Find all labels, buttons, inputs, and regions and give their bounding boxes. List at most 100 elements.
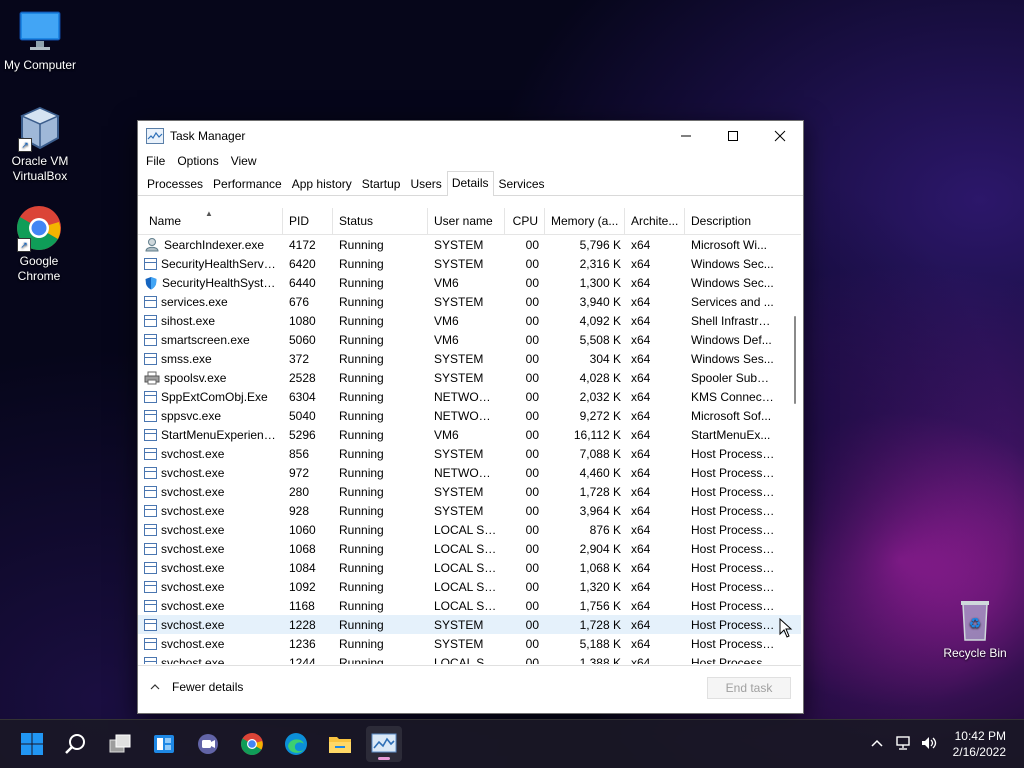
column-header-status[interactable]: Status [333, 208, 428, 234]
table-row[interactable]: services.exe 676 Running SYSTEM 00 3,940 K x64… [138, 292, 801, 311]
table-row[interactable]: SppExtComObj.Exe 6304 Running NETWORK... 00 2… [138, 387, 801, 406]
menu-options[interactable]: Options [171, 154, 224, 168]
tab-processes[interactable]: Processes [142, 172, 208, 195]
process-name: svchost.exe [161, 503, 225, 518]
table-row[interactable]: sppsvc.exe 5040 Running NETWORK... 00 9,272 K… [138, 406, 801, 425]
tab-services[interactable]: Services [494, 172, 550, 195]
table-row[interactable]: svchost.exe 1228 Running SYSTEM 00 1,728 K x64… [138, 615, 801, 634]
minimize-button[interactable] [663, 121, 709, 151]
column-header-cpu[interactable]: CPU [505, 208, 545, 234]
column-header-description[interactable]: Description [685, 208, 781, 234]
table-row[interactable]: svchost.exe 928 Running SYSTEM 00 3,964 K x64 H… [138, 501, 801, 520]
table-row[interactable]: svchost.exe 1068 Running LOCAL SE... 00 2,904… [138, 539, 801, 558]
cell-cpu: 00 [525, 351, 539, 366]
tab-details[interactable]: Details [446, 171, 494, 196]
desktop-icon-recycle-bin[interactable]: ♻ Recycle Bin [935, 596, 1015, 661]
file-explorer-taskbar-button[interactable] [322, 726, 358, 762]
column-header-user-name[interactable]: User name [428, 208, 505, 234]
table-row[interactable]: svchost.exe 1244 Running LOCAL SE... 00 1,388… [138, 653, 801, 664]
table-row[interactable]: sihost.exe 1080 Running VM6 00 4,092 K x64 Shel… [138, 311, 801, 330]
table-row[interactable]: svchost.exe 972 Running NETWORK... 00 4,460 K… [138, 463, 801, 482]
clock-date: 2/16/2022 [952, 745, 1006, 759]
cell-memory: 4,460 K [579, 465, 621, 480]
cell-architecture: x64 [631, 655, 651, 665]
table-row[interactable]: svchost.exe 1084 Running LOCAL SE... 00 1,068… [138, 558, 801, 577]
cell-cpu: 00 [525, 541, 539, 556]
chat-button[interactable] [190, 726, 226, 762]
desktop-icon-google-chrome[interactable]: ↗ Google Chrome [0, 204, 79, 284]
show-hidden-icons-chevron-icon[interactable] [870, 736, 884, 753]
process-name: smss.exe [161, 351, 212, 366]
volume-icon[interactable] [920, 735, 938, 754]
cell-name: svchost.exe [138, 561, 283, 575]
cell-architecture: x64 [631, 294, 651, 309]
task-view-button[interactable] [102, 726, 138, 762]
cell-status: Running [339, 484, 384, 499]
cell-status: Running [339, 636, 384, 651]
menu-file[interactable]: File [140, 154, 171, 168]
cell-memory: 16,112 K [573, 427, 621, 442]
virtualbox-icon: ↗ [16, 104, 64, 152]
scrollbar-thumb[interactable] [794, 316, 796, 404]
tab-performance[interactable]: Performance [208, 172, 287, 195]
table-row[interactable]: smss.exe 372 Running SYSTEM 00 304 K x64 Window… [138, 349, 801, 368]
desktop-icon-my-computer[interactable]: My Computer [0, 8, 80, 73]
cell-user-name: LOCAL SE... [434, 655, 503, 665]
end-task-button[interactable]: End task [707, 677, 791, 699]
cell-status: Running [339, 370, 384, 385]
table-row[interactable]: svchost.exe 1092 Running LOCAL SE... 00 1,320… [138, 577, 801, 596]
cell-user-name: SYSTEM [434, 256, 484, 271]
desktop-icon-virtualbox[interactable]: ↗ Oracle VM VirtualBox [0, 104, 80, 184]
table-row[interactable]: spoolsv.exe 2528 Running SYSTEM 00 4,028 K x64… [138, 368, 801, 387]
footer-bar: Fewer details End task [138, 665, 801, 713]
desktop-icon-label: Oracle VM VirtualBox [11, 154, 69, 183]
table-row[interactable]: svchost.exe 1168 Running LOCAL SE... 00 1,756… [138, 596, 801, 615]
fewer-details-button[interactable]: Fewer details [150, 680, 243, 694]
menu-view[interactable]: View [225, 154, 263, 168]
tab-app-history[interactable]: App history [287, 172, 357, 195]
task-manager-taskbar-button[interactable] [366, 726, 402, 762]
process-name: services.exe [161, 294, 228, 309]
tab-users[interactable]: Users [405, 172, 446, 195]
table-row[interactable]: svchost.exe 856 Running SYSTEM 00 7,088 K x64 H… [138, 444, 801, 463]
cell-architecture: x64 [631, 427, 651, 442]
table-row[interactable]: SearchIndexer.exe 4172 Running SYSTEM 00 5,79… [138, 235, 801, 254]
table-row[interactable]: svchost.exe 280 Running SYSTEM 00 1,728 K x64 H… [138, 482, 801, 501]
column-header-architecture[interactable]: Archite... [625, 208, 685, 234]
cell-user-name: NETWORK... [434, 465, 505, 480]
cell-pid: 1092 [289, 579, 316, 594]
vertical-scrollbar[interactable] [787, 208, 803, 664]
table-row[interactable]: smartscreen.exe 5060 Running VM6 00 5,508 K x6… [138, 330, 801, 349]
start-button[interactable] [14, 726, 50, 762]
table-row[interactable]: SecurityHealthServic... 6420 Running SYSTEM… [138, 254, 801, 273]
cell-description: Services and ... [691, 294, 774, 309]
table-row[interactable]: StartMenuExperienc... 5296 Running VM6 00 16,… [138, 425, 801, 444]
table-row[interactable]: svchost.exe 1060 Running LOCAL SE... 00 876 K… [138, 520, 801, 539]
close-button[interactable] [757, 121, 803, 151]
title-bar[interactable]: Task Manager [138, 121, 803, 151]
network-icon[interactable] [894, 735, 912, 754]
cell-cpu: 00 [525, 522, 539, 537]
cell-memory: 5,508 K [579, 332, 621, 347]
table-row[interactable]: svchost.exe 1236 Running SYSTEM 00 5,188 K x64… [138, 634, 801, 653]
task-manager-icon [371, 733, 397, 753]
cell-status: Running [339, 579, 384, 594]
task-manager-window[interactable]: Task Manager File Options View Processes… [137, 120, 804, 714]
cell-pid: 1244 [289, 655, 316, 665]
cell-architecture: x64 [631, 560, 651, 575]
edge-taskbar-button[interactable] [278, 726, 314, 762]
widgets-button[interactable] [146, 726, 182, 762]
clock[interactable]: 10:42 PM 2/16/2022 [953, 728, 1006, 760]
cell-pid: 2528 [289, 370, 316, 385]
maximize-button[interactable] [710, 121, 756, 151]
column-header-memory[interactable]: Memory (a... [545, 208, 625, 234]
column-header-name[interactable]: ▲ Name [138, 208, 283, 234]
application-icon [144, 599, 157, 612]
tab-startup[interactable]: Startup [357, 172, 406, 195]
cell-memory: 9,272 K [579, 408, 621, 423]
column-header-pid[interactable]: PID [283, 208, 333, 234]
taskbar-search-button[interactable] [58, 726, 94, 762]
chrome-taskbar-button[interactable] [234, 726, 270, 762]
cell-pid: 1084 [289, 560, 316, 575]
table-row[interactable]: SecurityHealthSystra... 6440 Running VM6 00 1… [138, 273, 801, 292]
